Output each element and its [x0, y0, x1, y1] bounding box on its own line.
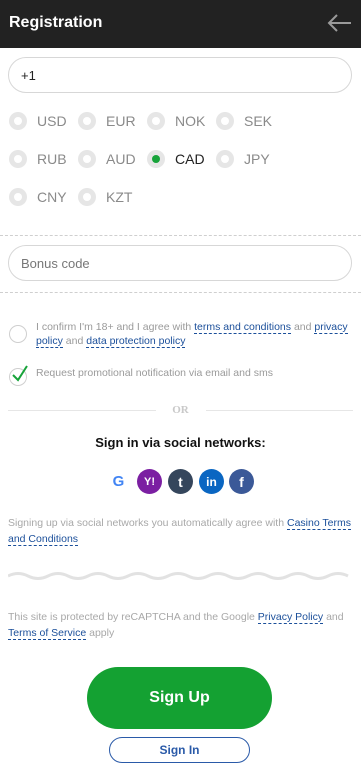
currency-label: JPY [244, 151, 270, 167]
currency-label: SEK [244, 113, 273, 129]
sign-in-button[interactable]: Sign In [109, 737, 250, 763]
facebook-icon[interactable]: f [229, 469, 254, 494]
currency-option-cny[interactable]: CNY [9, 187, 67, 207]
google-icon[interactable]: G [106, 469, 131, 494]
radio-icon [78, 150, 96, 168]
page-title: Registration [9, 14, 103, 31]
currency-label: KZT [106, 189, 133, 205]
back-arrow-icon[interactable] [327, 12, 353, 34]
divider [0, 235, 361, 236]
sign-up-button[interactable]: Sign Up [87, 667, 272, 729]
currency-option-kzt[interactable]: KZT [78, 187, 132, 207]
age-terms-checkbox[interactable] [9, 325, 27, 343]
currency-option-nok[interactable]: NOK [147, 111, 205, 131]
tumblr-icon[interactable]: t [168, 469, 193, 494]
currency-option-cad[interactable]: CAD [147, 149, 205, 169]
terms-link[interactable]: terms and conditions [194, 321, 292, 334]
yahoo-icon[interactable]: Y! [137, 469, 162, 494]
currency-option-eur[interactable]: EUR [78, 111, 136, 131]
currency-option-rub[interactable]: RUB [9, 149, 67, 169]
checkmark-icon [12, 365, 28, 382]
currency-option-usd[interactable]: USD [9, 111, 67, 131]
currency-label: AUD [106, 151, 136, 167]
radio-icon [9, 150, 27, 168]
wave-divider [8, 572, 349, 580]
radio-icon [216, 150, 234, 168]
currency-label: EUR [106, 113, 136, 129]
data-protection-link[interactable]: data protection policy [86, 335, 186, 348]
radio-icon [78, 112, 96, 130]
currency-option-jpy[interactable]: JPY [216, 149, 270, 169]
radio-icon [147, 150, 165, 168]
currency-label: CNY [37, 189, 67, 205]
social-note: Signing up via social networks you autom… [8, 517, 351, 546]
radio-icon [216, 112, 234, 130]
google-terms-link[interactable]: Terms of Service [8, 627, 87, 640]
google-privacy-link[interactable]: Privacy Policy [257, 611, 324, 624]
or-label: OR [172, 404, 189, 416]
currency-label: CAD [175, 151, 205, 167]
currency-label: RUB [37, 151, 67, 167]
header-bar: Registration [0, 0, 361, 48]
currency-label: NOK [175, 113, 206, 129]
linkedin-icon[interactable]: in [199, 469, 224, 494]
radio-icon [147, 112, 165, 130]
age-terms-text: I confirm I'm 18+ and I agree with terms… [36, 321, 348, 348]
bonus-code-input[interactable]: Bonus code [8, 245, 352, 281]
promo-checkbox[interactable] [9, 365, 28, 386]
divider [0, 292, 361, 293]
radio-icon [78, 188, 96, 206]
social-title: Sign in via social networks: [95, 435, 266, 450]
recaptcha-note: This site is protected by reCAPTCHA and … [8, 611, 344, 640]
promo-text: Request promotional notification via ema… [36, 367, 273, 379]
radio-icon [9, 188, 27, 206]
currency-label: USD [37, 113, 67, 129]
phone-input[interactable]: +1 [8, 57, 352, 93]
currency-option-sek[interactable]: SEK [216, 111, 272, 131]
radio-icon [9, 112, 27, 130]
currency-option-aud[interactable]: AUD [78, 149, 136, 169]
